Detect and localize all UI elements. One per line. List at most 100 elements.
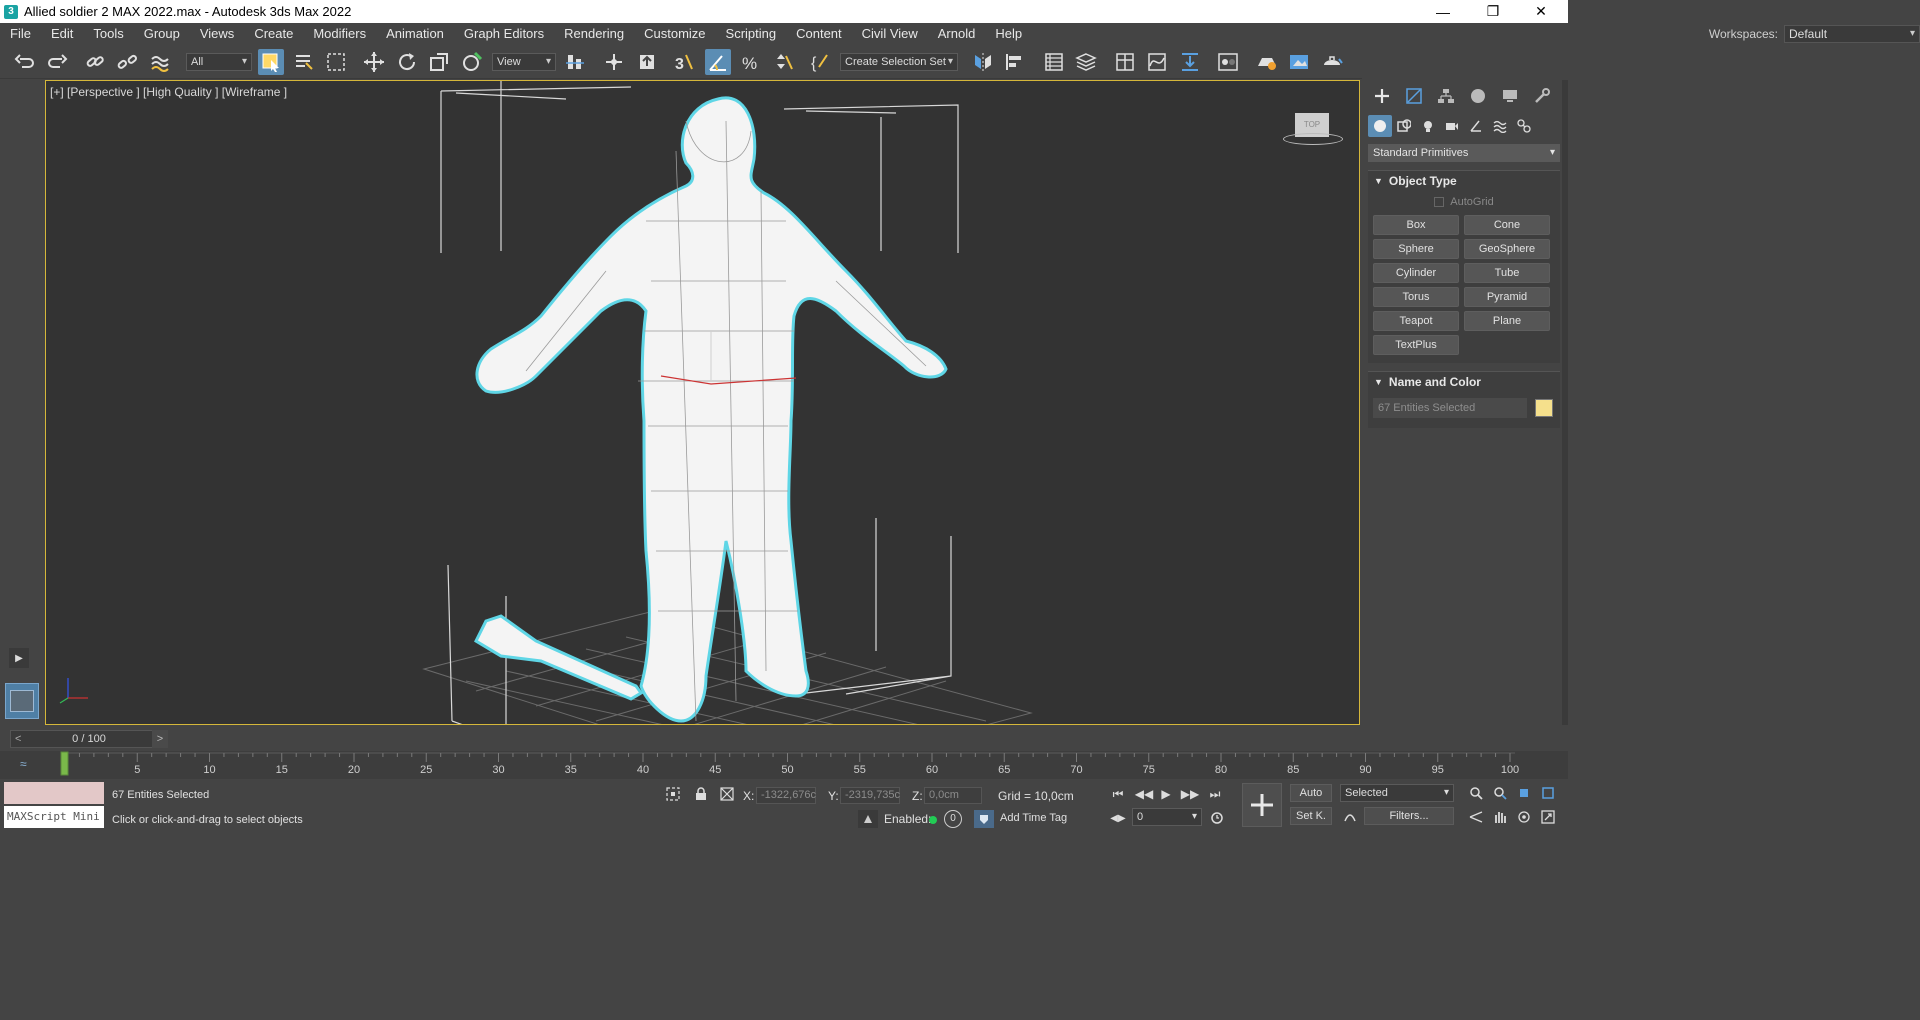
menu-arnold[interactable]: Arnold xyxy=(928,23,986,45)
menu-create[interactable]: Create xyxy=(244,23,303,45)
redo-icon[interactable] xyxy=(44,49,70,75)
render-setup-icon[interactable] xyxy=(1254,49,1280,75)
select-by-name-icon[interactable] xyxy=(291,49,317,75)
geometry-icon[interactable] xyxy=(1368,115,1392,137)
box-button[interactable]: Box xyxy=(1373,215,1459,235)
keyboard-shortcut-override-icon[interactable] xyxy=(634,49,660,75)
viewcube-ring[interactable] xyxy=(1283,133,1343,145)
layer-explorer-icon[interactable] xyxy=(1073,49,1099,75)
unlink-icon[interactable] xyxy=(114,49,140,75)
maxscript-input[interactable]: MAXScript Mini xyxy=(4,806,104,828)
place-icon[interactable] xyxy=(459,49,485,75)
perspective-viewport[interactable]: [+] [Perspective ] [High Quality ] [Wire… xyxy=(45,80,1360,725)
zoom-icon[interactable] xyxy=(1466,784,1486,802)
rendered-frame-window-icon[interactable] xyxy=(1286,49,1312,75)
menu-content[interactable]: Content xyxy=(786,23,852,45)
object-type-header[interactable]: ▼ Object Type xyxy=(1368,171,1560,191)
current-frame-spinner[interactable]: 0 xyxy=(1132,808,1202,826)
menu-views[interactable]: Views xyxy=(190,23,244,45)
maxscript-listener[interactable]: MAXScript Mini xyxy=(4,782,104,830)
link-icon[interactable] xyxy=(82,49,108,75)
cone-button[interactable]: Cone xyxy=(1464,215,1550,235)
autogrid-checkbox[interactable] xyxy=(1434,197,1445,207)
hierarchy-tab-icon[interactable] xyxy=(1430,83,1462,109)
pivot-center-icon[interactable] xyxy=(562,49,588,75)
mirror-icon[interactable] xyxy=(970,49,996,75)
helpers-icon[interactable] xyxy=(1464,115,1488,137)
key-mode-toggle-icon[interactable]: ◀▶ xyxy=(1108,809,1128,827)
zoom-extents-all-icon[interactable] xyxy=(1538,784,1558,802)
scale-icon[interactable] xyxy=(426,49,452,75)
select-and-manipulate-icon[interactable] xyxy=(601,49,627,75)
selection-lock-icon[interactable] xyxy=(692,785,710,803)
go-to-start-icon[interactable]: ⏮ xyxy=(1108,785,1128,803)
object-name-field[interactable]: 67 Entities Selected xyxy=(1373,398,1527,418)
enabled-status-icon[interactable] xyxy=(929,816,937,824)
curve-editor-icon[interactable] xyxy=(1144,49,1170,75)
edit-named-selection-icon[interactable]: { xyxy=(808,49,834,75)
next-frame-icon[interactable]: ▶▶ xyxy=(1180,785,1200,803)
add-time-tag-button[interactable]: Add Time Tag xyxy=(1000,812,1067,824)
create-tab-icon[interactable] xyxy=(1366,83,1398,109)
previous-frame-icon[interactable]: ◀◀ xyxy=(1134,785,1154,803)
cylinder-button[interactable]: Cylinder xyxy=(1373,263,1459,283)
go-to-end-icon[interactable]: ⏭ xyxy=(1205,785,1225,803)
bind-space-warp-icon[interactable] xyxy=(148,49,174,75)
menu-rendering[interactable]: Rendering xyxy=(554,23,634,45)
lights-icon[interactable] xyxy=(1416,115,1440,137)
angle-snap-icon[interactable] xyxy=(705,49,731,75)
modify-tab-icon[interactable] xyxy=(1398,83,1430,109)
teapot-button[interactable]: Teapot xyxy=(1373,311,1459,331)
zoom-extents-icon[interactable] xyxy=(1514,784,1534,802)
auto-key-button[interactable]: Auto xyxy=(1290,784,1332,802)
percent-snap-icon[interactable]: % xyxy=(738,49,764,75)
x-coordinate-field[interactable]: -1322,676c xyxy=(756,787,816,804)
maxscript-output[interactable] xyxy=(4,782,104,804)
object-category-dropdown[interactable]: Standard Primitives xyxy=(1368,144,1560,162)
viewport-layout-thumbnail[interactable] xyxy=(5,683,39,719)
menu-group[interactable]: Group xyxy=(134,23,190,45)
display-tab-icon[interactable] xyxy=(1494,83,1526,109)
panel-scroll-edge[interactable] xyxy=(1562,80,1568,725)
undo-icon[interactable] xyxy=(12,49,38,75)
zoom-all-icon[interactable] xyxy=(1490,784,1510,802)
align-icon[interactable] xyxy=(1002,49,1028,75)
shapes-icon[interactable] xyxy=(1392,115,1416,137)
set-key-icon[interactable] xyxy=(1242,783,1282,827)
menu-edit[interactable]: Edit xyxy=(41,23,83,45)
select-object-icon[interactable] xyxy=(258,49,284,75)
workspace-dropdown[interactable]: Default xyxy=(1784,25,1920,43)
menu-scripting[interactable]: Scripting xyxy=(716,23,787,45)
rectangular-selection-icon[interactable] xyxy=(323,49,349,75)
geosphere-button[interactable]: GeoSphere xyxy=(1464,239,1550,259)
menu-file[interactable]: File xyxy=(0,23,41,45)
name-and-color-header[interactable]: ▼ Name and Color xyxy=(1368,372,1560,392)
menu-graph-editors[interactable]: Graph Editors xyxy=(454,23,554,45)
selection-filter-dropdown[interactable]: All xyxy=(186,53,252,71)
y-coordinate-field[interactable]: -2319,735c xyxy=(840,787,900,804)
time-slider[interactable]: < 0 / 100 xyxy=(10,730,168,748)
snaps-toggle-icon[interactable]: 3 xyxy=(671,49,697,75)
expand-layouts-icon[interactable]: ▶ xyxy=(9,648,29,668)
viewcube[interactable]: TOP xyxy=(1283,111,1343,149)
key-tangents-icon[interactable] xyxy=(1340,807,1360,825)
tube-button[interactable]: Tube xyxy=(1464,263,1550,283)
orbit-icon[interactable] xyxy=(1514,808,1534,826)
material-editor-icon[interactable] xyxy=(1215,49,1241,75)
scene-explorer-icon[interactable] xyxy=(1041,49,1067,75)
play-icon[interactable]: ▶ xyxy=(1156,785,1176,803)
plane-button[interactable]: Plane xyxy=(1464,311,1550,331)
utilities-tab-icon[interactable] xyxy=(1526,83,1558,109)
isolate-selection-icon[interactable] xyxy=(664,785,682,803)
time-tag-icon[interactable] xyxy=(974,810,994,828)
filters-button[interactable]: Filters... xyxy=(1364,807,1454,825)
object-color-swatch[interactable] xyxy=(1535,399,1553,417)
menu-modifiers[interactable]: Modifiers xyxy=(303,23,376,45)
menu-animation[interactable]: Animation xyxy=(376,23,454,45)
minimize-button[interactable]: — xyxy=(1420,0,1466,23)
menu-customize[interactable]: Customize xyxy=(634,23,715,45)
systems-icon[interactable] xyxy=(1512,115,1536,137)
time-configuration-icon[interactable] xyxy=(1208,809,1226,827)
textplus-button[interactable]: TextPlus xyxy=(1373,335,1459,355)
cameras-icon[interactable] xyxy=(1440,115,1464,137)
